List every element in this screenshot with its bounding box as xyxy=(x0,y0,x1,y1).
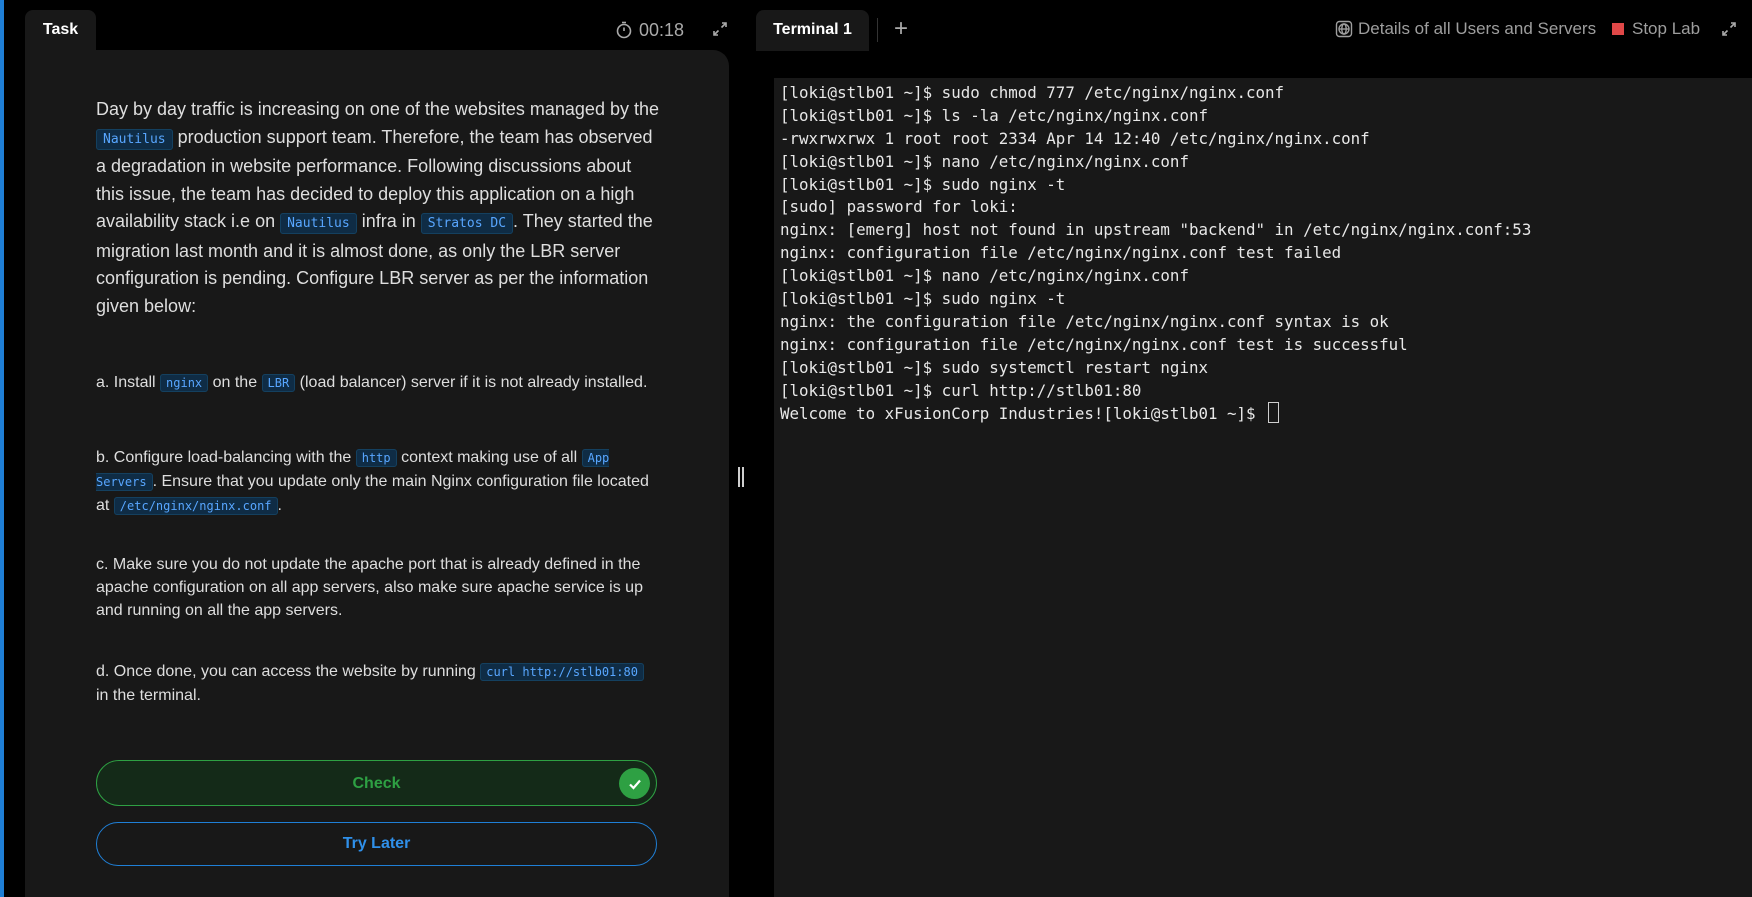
check-button[interactable]: Check xyxy=(96,760,657,806)
inline-code: Nautilus xyxy=(96,128,173,150)
text-segment: in the terminal. xyxy=(96,687,201,704)
try-later-button[interactable]: Try Later xyxy=(96,822,657,866)
terminal-line: [loki@stlb01 ~]$ nano /etc/nginx/nginx.c… xyxy=(780,265,1531,288)
task-step: a. Install nginx on the LBR (load balanc… xyxy=(96,371,660,395)
tab-divider xyxy=(877,18,878,42)
terminal-line-text: [loki@stlb01 ~]$ sudo nginx -t xyxy=(780,289,1066,309)
inline-code: /etc/nginx/nginx.conf xyxy=(113,497,278,515)
timer: 00:18 xyxy=(615,18,684,42)
stop-square-icon xyxy=(1612,23,1624,35)
terminal-line-text: [loki@stlb01 ~]$ sudo systemctl restart … xyxy=(780,357,1208,377)
terminal-lines: [loki@stlb01 ~]$ sudo chmod 777 /etc/ngi… xyxy=(780,82,1531,425)
details-users-servers-link[interactable]: Details of all Users and Servers xyxy=(1335,18,1596,40)
text-segment: on the xyxy=(208,374,262,391)
terminal-line-text: [loki@stlb01 ~]$ ls -la /etc/nginx/nginx… xyxy=(780,105,1208,125)
details-link-label: Details of all Users and Servers xyxy=(1358,19,1597,38)
terminal-output[interactable]: [loki@stlb01 ~]$ sudo chmod 777 /etc/ngi… xyxy=(774,78,1752,897)
panel-resize-handle[interactable] xyxy=(738,467,746,487)
inline-code: curl http://stlb01:80 xyxy=(480,663,644,681)
text-segment: d. Once done, you can access the website… xyxy=(96,663,481,680)
terminal-line: [sudo] password for loki: xyxy=(780,196,1531,219)
task-step: c. Make sure you do not update the apach… xyxy=(96,553,660,622)
text-segment: (load balancer) server if it is not alre… xyxy=(295,374,648,391)
inline-code: LBR xyxy=(261,374,296,392)
terminal-line-text: nginx: configuration file /etc/nginx/ngi… xyxy=(780,243,1342,263)
timer-value: 00:18 xyxy=(639,19,685,40)
terminal-line: [loki@stlb01 ~]$ ls -la /etc/nginx/nginx… xyxy=(780,105,1531,128)
text-segment: . xyxy=(277,497,282,514)
text-segment: infra in xyxy=(356,211,421,231)
terminal-line: [loki@stlb01 ~]$ sudo chmod 777 /etc/ngi… xyxy=(780,82,1531,105)
terminal-line-text: [sudo] password for loki: xyxy=(780,197,1018,217)
text-segment: b. Configure load-balancing with the xyxy=(96,449,356,466)
task-step: d. Once done, you can access the website… xyxy=(96,660,660,707)
stop-lab-button[interactable]: Stop Lab xyxy=(1612,18,1700,40)
inline-code: nginx xyxy=(160,374,209,392)
terminal-line: Welcome to xFusionCorp Industries![loki@… xyxy=(780,402,1531,425)
terminal-cursor xyxy=(1268,402,1280,424)
checkmark-circle-icon xyxy=(619,768,650,799)
tab-task[interactable]: Task xyxy=(25,10,96,51)
terminal-line-text: Welcome to xFusionCorp Industries![loki@… xyxy=(780,404,1266,424)
terminal-line: [loki@stlb01 ~]$ sudo nginx -t xyxy=(780,174,1531,197)
inline-code: http xyxy=(355,449,397,467)
text-segment: context making use of all xyxy=(396,449,582,466)
terminal-line-text: nginx: [emerg] host not found in upstrea… xyxy=(780,220,1532,240)
check-button-label: Check xyxy=(352,775,401,792)
terminal-line: nginx: configuration file /etc/nginx/ngi… xyxy=(780,242,1531,265)
text-segment: a. Install xyxy=(96,374,161,391)
terminal-line-text: -rwxrwxrwx 1 root root 2334 Apr 14 12:40… xyxy=(780,128,1370,148)
terminal-line-text: nginx: configuration file /etc/nginx/ngi… xyxy=(780,334,1408,354)
terminal-line: nginx: the configuration file /etc/nginx… xyxy=(780,311,1531,334)
terminal-line: [loki@stlb01 ~]$ nano /etc/nginx/nginx.c… xyxy=(780,151,1531,174)
terminal-line: [loki@stlb01 ~]$ curl http://stlb01:80 xyxy=(780,380,1531,403)
tab-terminal-1[interactable]: Terminal 1 xyxy=(756,10,869,51)
text-segment: Day by day traffic is increasing on one … xyxy=(96,99,659,119)
expand-icon[interactable] xyxy=(712,21,728,37)
add-terminal-button[interactable]: + xyxy=(890,17,912,41)
text-segment: c. Make sure you do not update the apach… xyxy=(96,556,643,619)
expand-icon[interactable] xyxy=(1721,21,1737,37)
stop-lab-label: Stop Lab xyxy=(1632,19,1701,38)
left-accent-bar xyxy=(0,0,4,897)
task-step: b. Configure load-balancing with the htt… xyxy=(96,446,660,518)
task-description: Day by day traffic is increasing on one … xyxy=(96,96,660,320)
globe-icon xyxy=(1335,20,1353,38)
terminal-line: nginx: [emerg] host not found in upstrea… xyxy=(780,219,1531,242)
terminal-line: -rwxrwxrwx 1 root root 2334 Apr 14 12:40… xyxy=(780,128,1531,151)
terminal-line-text: [loki@stlb01 ~]$ nano /etc/nginx/nginx.c… xyxy=(780,266,1189,286)
terminal-line-text: [loki@stlb01 ~]$ nano /etc/nginx/nginx.c… xyxy=(780,151,1189,171)
task-intro: Day by day traffic is increasing on one … xyxy=(96,96,660,320)
terminal-line-text: [loki@stlb01 ~]$ curl http://stlb01:80 xyxy=(780,380,1142,400)
terminal-line-text: nginx: the configuration file /etc/nginx… xyxy=(780,311,1389,331)
terminal-line-text: [loki@stlb01 ~]$ sudo chmod 777 /etc/ngi… xyxy=(780,83,1285,102)
terminal-line: nginx: configuration file /etc/nginx/ngi… xyxy=(780,334,1531,357)
inline-code: Nautilus xyxy=(280,213,357,234)
inline-code: Stratos DC xyxy=(420,213,514,234)
terminal-line-text: [loki@stlb01 ~]$ sudo nginx -t xyxy=(780,174,1066,194)
terminal-line: [loki@stlb01 ~]$ sudo systemctl restart … xyxy=(780,357,1531,380)
terminal-line: [loki@stlb01 ~]$ sudo nginx -t xyxy=(780,288,1531,311)
stopwatch-icon xyxy=(616,21,632,39)
